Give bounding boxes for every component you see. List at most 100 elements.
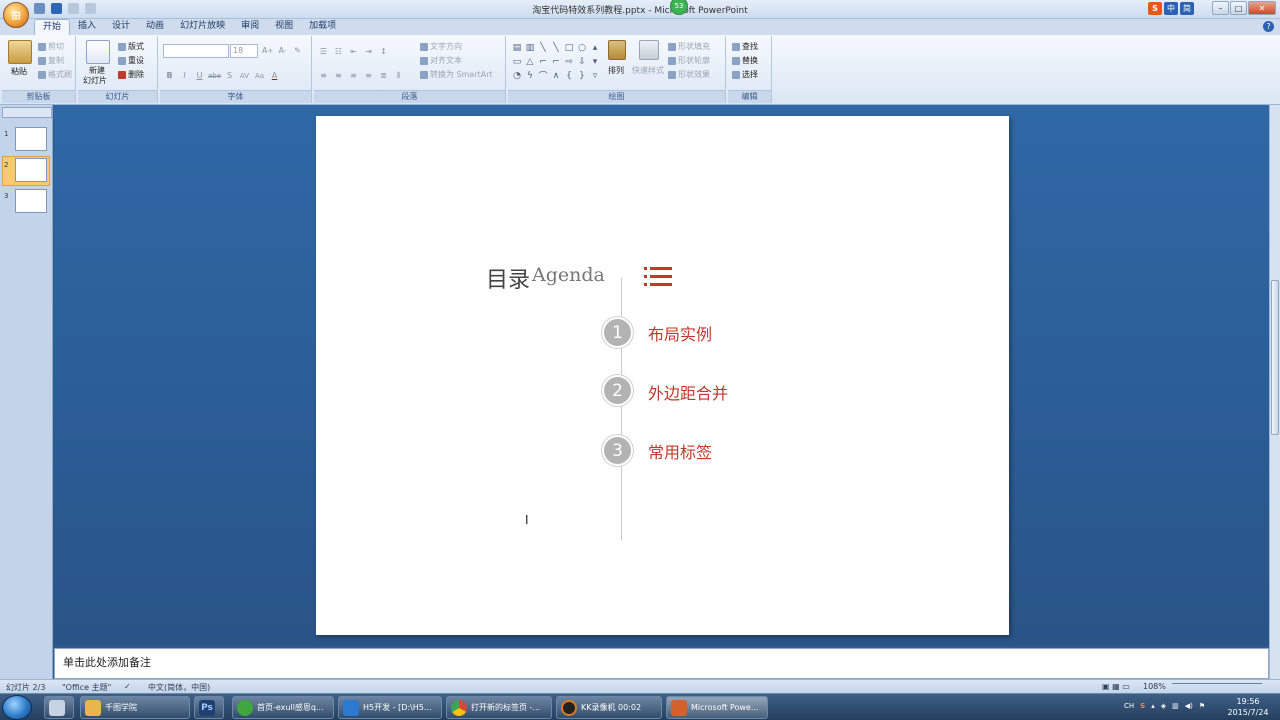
tab-animations[interactable]: 动画 — [138, 19, 172, 35]
tab-addins[interactable]: 加载项 — [301, 19, 344, 35]
shape-effects-button[interactable]: 形状效果 — [668, 69, 710, 80]
line-spacing-icon[interactable]: ↕ — [377, 45, 390, 58]
taskbar-item-4[interactable]: H5开发 - [D:\H5... — [338, 696, 442, 719]
grow-font-icon[interactable]: A + — [261, 44, 274, 57]
expand-shapes-icon[interactable]: ▿ — [589, 69, 601, 82]
notes-pane[interactable]: 单击此处添加备注 — [54, 648, 1269, 679]
copy-button[interactable]: 复制 — [38, 55, 64, 66]
underline-button[interactable]: U — [193, 69, 206, 82]
taskbar-photoshop[interactable]: Ps — [194, 696, 224, 719]
align-center-icon[interactable]: ≡ — [332, 69, 345, 82]
text-direction-button[interactable]: 文字方向 — [420, 41, 462, 52]
smartart-button[interactable]: 转换为 SmartArt — [420, 69, 493, 80]
align-right-icon[interactable]: ≡ — [347, 69, 360, 82]
taskbar-item-1[interactable]: 千图学院 — [80, 696, 190, 719]
tab-review[interactable]: 审阅 — [233, 19, 267, 35]
delete-button[interactable]: 删除 — [118, 69, 144, 80]
agenda-item-2[interactable]: 外边距合并 — [648, 380, 728, 404]
roundrect-shape-icon[interactable]: ▭ — [511, 55, 523, 68]
minimize-button[interactable]: – — [1212, 1, 1229, 15]
volume-icon[interactable]: ◀) — [1185, 702, 1193, 710]
spellcheck-icon[interactable]: ✓ — [124, 682, 131, 691]
align-text-button[interactable]: 对齐文本 — [420, 55, 462, 66]
pie-shape-icon[interactable]: ◔ — [511, 69, 523, 82]
vertical-scrollbar[interactable] — [1269, 105, 1280, 679]
reset-button[interactable]: 重设 — [118, 55, 144, 66]
view-buttons[interactable]: ▣ ▦ ▭ — [1102, 682, 1130, 691]
new-slide-label-2[interactable]: 幻灯片 — [83, 75, 107, 86]
elbow2-shape-icon[interactable]: ⌐ — [550, 55, 562, 68]
help-icon[interactable]: ? — [1263, 21, 1274, 32]
replace-button[interactable]: 替换 — [732, 55, 758, 66]
strikethrough-button[interactable]: abe — [208, 69, 221, 82]
taskbar-desktop[interactable] — [44, 696, 74, 719]
arrange-button[interactable]: 排列 — [608, 65, 624, 76]
find-button[interactable]: 查找 — [732, 41, 758, 52]
slide-thumbnail-2[interactable] — [15, 158, 47, 182]
clock[interactable]: 19:56 2015/7/24 — [1226, 696, 1270, 718]
textbox-shape-icon[interactable]: ▤ — [511, 41, 523, 54]
close-button[interactable]: ✕ — [1248, 1, 1276, 15]
layout-button[interactable]: 版式 — [118, 41, 144, 52]
shrink-font-icon[interactable]: A- — [276, 44, 289, 57]
brace-right-shape-icon[interactable]: } — [576, 69, 588, 82]
font-color-button[interactable]: A — [268, 69, 281, 82]
zoom-slider[interactable] — [1172, 683, 1262, 691]
taskbar-item-7[interactable]: Microsoft Powe... — [666, 696, 768, 719]
outline-tabs[interactable] — [2, 107, 52, 118]
start-button[interactable] — [2, 695, 32, 720]
font-name-box[interactable] — [163, 44, 229, 58]
select-button[interactable]: 选择 — [732, 69, 758, 80]
align-left-icon[interactable]: ≡ — [317, 69, 330, 82]
arrange-icon[interactable] — [608, 40, 626, 60]
tab-slideshow[interactable]: 幻灯片放映 — [172, 19, 233, 35]
security-icon[interactable]: ◈ — [1161, 702, 1166, 710]
arrow-shape-icon[interactable]: ⇨ — [563, 55, 575, 68]
scroll-thumb[interactable] — [1271, 280, 1279, 435]
format-painter-button[interactable]: 格式刷 — [38, 69, 72, 80]
elbow-shape-icon[interactable]: ⌐ — [537, 55, 549, 68]
zoom-level[interactable]: 108% — [1143, 682, 1166, 691]
network-icon[interactable]: ▥ — [1172, 702, 1179, 710]
spacing-button[interactable]: AV — [238, 69, 251, 82]
more-shapes-icon[interactable]: ▴ — [589, 41, 601, 54]
input-lang[interactable]: CH — [1124, 702, 1134, 710]
slide[interactable]: 目录 Agenda 1 布局实例 2 外边距合并 3 常用标签 Ⅰ — [316, 116, 1009, 635]
slide-thumbnail-3[interactable] — [15, 189, 47, 213]
numbering-icon[interactable]: ☷ — [332, 45, 345, 58]
quick-styles-button[interactable]: 快速样式 — [632, 65, 664, 76]
down-arrow-shape-icon[interactable]: ⇩ — [576, 55, 588, 68]
sogou-tray-icon[interactable]: S — [1140, 702, 1145, 710]
increase-indent-icon[interactable]: ⇥ — [362, 45, 375, 58]
line2-shape-icon[interactable]: ╲ — [550, 41, 562, 54]
paste-icon[interactable] — [8, 40, 32, 64]
maximize-button[interactable]: □ — [1230, 1, 1247, 15]
paste-button[interactable]: 粘贴 — [11, 66, 27, 77]
slide-thumbnail-1[interactable] — [15, 127, 47, 151]
tab-insert[interactable]: 插入 — [70, 19, 104, 35]
lightning-shape-icon[interactable]: ϟ — [524, 69, 536, 82]
taskbar-item-6[interactable]: KK录像机 00:02 — [556, 696, 662, 719]
office-button[interactable]: ⊞ — [3, 2, 29, 28]
taskbar-item-5[interactable]: 打开新的标签页 -... — [446, 696, 552, 719]
vtextbox-shape-icon[interactable]: ▥ — [524, 41, 536, 54]
bullets-icon[interactable]: ☰ — [317, 45, 330, 58]
triangle-shape-icon[interactable]: △ — [524, 55, 536, 68]
font-size-box[interactable]: 18 — [230, 44, 258, 58]
shape-fill-button[interactable]: 形状填充 — [668, 41, 710, 52]
tab-view[interactable]: 视图 — [267, 19, 301, 35]
language[interactable]: 中文(简体，中国) — [148, 682, 210, 693]
change-case-button[interactable]: Aa — [253, 69, 266, 82]
rect-shape-icon[interactable]: □ — [563, 41, 575, 54]
ime-charset[interactable]: 简 — [1180, 2, 1194, 15]
oval-shape-icon[interactable]: ○ — [576, 41, 588, 54]
taskbar-item-3[interactable]: 首页-exull感恩q... — [232, 696, 334, 719]
justify-icon[interactable]: ≡ — [362, 69, 375, 82]
columns-icon[interactable]: ⫴ — [392, 69, 405, 82]
italic-button[interactable]: I — [178, 69, 191, 82]
new-slide-icon[interactable] — [86, 40, 110, 64]
bold-button[interactable]: B — [163, 69, 176, 82]
distribute-icon[interactable]: ≣ — [377, 69, 390, 82]
curve-shape-icon[interactable]: ⌒ — [537, 69, 549, 82]
tab-design[interactable]: 设计 — [104, 19, 138, 35]
